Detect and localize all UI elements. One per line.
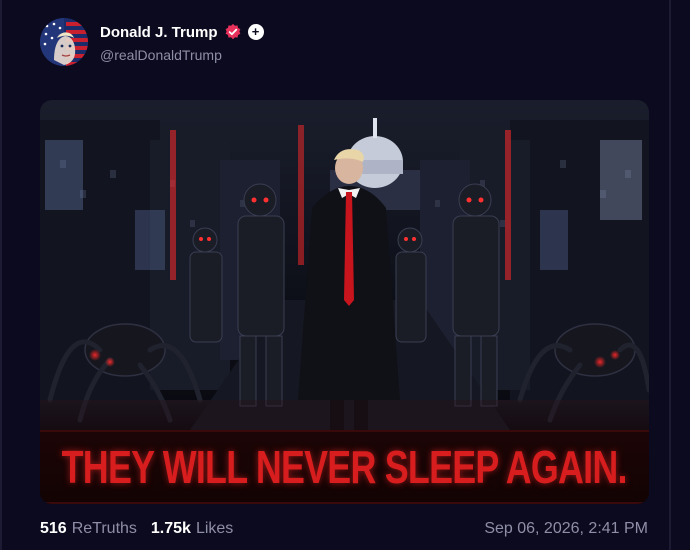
right-divider <box>669 0 671 550</box>
post-stats: 516 ReTruths 1.75k Likes <box>40 520 233 538</box>
author-avatar[interactable] <box>40 18 88 66</box>
left-divider <box>0 0 2 550</box>
likes-label: Likes <box>195 520 234 537</box>
avatar-flag-portrait-icon <box>40 18 88 66</box>
image-caption-band: THEY WILL NEVER SLEEP AGAIN. <box>40 430 649 504</box>
likes-stat[interactable]: 1.75k Likes <box>151 520 233 538</box>
likes-count: 1.75k <box>150 520 191 537</box>
post-timestamp[interactable]: Sep 06, 2026, 2:41 PM <box>484 520 648 538</box>
retruths-stat[interactable]: 516 ReTruths <box>40 520 137 538</box>
author-handle[interactable]: @realDonaldTrump <box>100 47 222 63</box>
retruths-count: 516 <box>40 520 67 537</box>
author-name-row: Donald J. Trump + <box>100 22 264 42</box>
verified-badge-icon <box>225 23 240 40</box>
author-name[interactable]: Donald J. Trump <box>100 24 218 41</box>
post-image[interactable]: THEY WILL NEVER SLEEP AGAIN. <box>40 100 649 504</box>
retruths-label: ReTruths <box>71 520 137 537</box>
image-caption: THEY WILL NEVER SLEEP AGAIN. <box>62 441 628 493</box>
truth-post: Donald J. Trump + @realDonaldTrump THEY … <box>0 0 690 550</box>
plus-badge-icon: + <box>247 24 264 40</box>
